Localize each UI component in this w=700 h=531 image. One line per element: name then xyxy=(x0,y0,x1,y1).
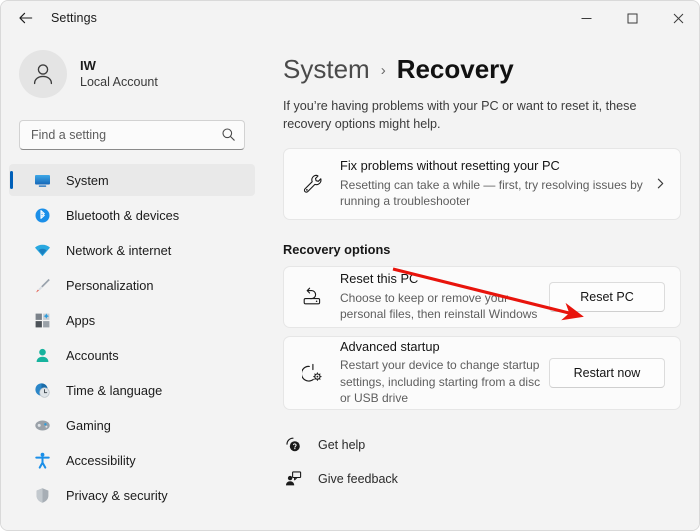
sidebar-item-system[interactable]: System xyxy=(9,164,255,196)
footer-link-label: Give feedback xyxy=(318,471,398,486)
back-button[interactable] xyxy=(9,3,43,33)
fix-problems-text: Fix problems without resetting your PC R… xyxy=(340,157,646,209)
footer-link-label: Get help xyxy=(318,437,366,452)
sidebar-item-label: Personalization xyxy=(66,277,154,293)
sidebar-item-label: Apps xyxy=(66,312,96,328)
sidebar-item-gaming[interactable]: Gaming xyxy=(9,409,255,441)
sidebar-item-label: Bluetooth & devices xyxy=(66,207,180,223)
sidebar-item-apps[interactable]: Apps xyxy=(9,304,255,336)
reset-pc-button[interactable]: Reset PC xyxy=(549,281,665,312)
settings-window: Settings IW Local Account Find a setting… xyxy=(0,0,700,531)
title-bar: Settings xyxy=(1,1,699,35)
sidebar: IW Local Account Find a setting System B… xyxy=(1,35,263,530)
minimize-icon xyxy=(581,17,591,19)
breadcrumb-parent-link[interactable]: System xyxy=(283,54,370,85)
sidebar-item-label: Accounts xyxy=(66,347,119,363)
help-question-icon xyxy=(283,436,303,453)
advanced-startup-subtitle: Restart your device to change startup se… xyxy=(340,358,541,406)
sidebar-item-label: System xyxy=(66,172,109,188)
chevron-right-icon[interactable] xyxy=(646,177,674,190)
breadcrumb: System › Recovery xyxy=(283,49,699,89)
search-box[interactable] xyxy=(19,120,245,150)
avatar xyxy=(19,50,67,98)
sidebar-item-personalization[interactable]: Personalization xyxy=(9,269,255,301)
close-icon xyxy=(673,13,683,23)
account-text: IW Local Account xyxy=(80,58,158,91)
page-description: If you’re having problems with your PC o… xyxy=(283,99,637,132)
shield-icon xyxy=(33,486,51,504)
feedback-person-icon xyxy=(283,470,303,487)
wrench-icon xyxy=(300,173,326,195)
minimize-button[interactable] xyxy=(563,1,609,35)
sidebar-item-accessibility[interactable]: Accessibility xyxy=(9,444,255,476)
advanced-startup-title: Advanced startup xyxy=(340,339,440,355)
get-help-link[interactable]: Get help xyxy=(283,432,433,458)
titlebar-title: Settings xyxy=(51,11,97,25)
sidebar-item-label: Gaming xyxy=(66,417,111,433)
sidebar-nav: System Bluetooth & devices Network & int… xyxy=(1,164,263,511)
paintbrush-icon xyxy=(33,276,51,294)
fix-problems-card[interactable]: Fix problems without resetting your PC R… xyxy=(283,147,681,220)
close-button[interactable] xyxy=(655,1,699,35)
back-arrow-icon xyxy=(19,12,33,24)
window-controls xyxy=(563,1,699,35)
maximize-icon xyxy=(627,13,637,23)
main-content: System › Recovery If you’re having probl… xyxy=(263,35,699,530)
account-type: Local Account xyxy=(80,74,158,89)
power-gear-icon xyxy=(300,362,326,384)
sidebar-item-network-internet[interactable]: Network & internet xyxy=(9,234,255,266)
account-person-icon xyxy=(33,346,51,364)
reset-this-pc-card: Reset this PC Choose to keep or remove y… xyxy=(283,265,681,328)
reset-this-pc-title: Reset this PC xyxy=(340,271,419,287)
reset-this-pc-subtitle: Choose to keep or remove your personal f… xyxy=(340,290,538,322)
breadcrumb-separator-icon: › xyxy=(380,62,386,79)
gamepad-icon xyxy=(33,416,51,434)
footer-links: Get help Give feedback xyxy=(283,432,699,492)
accessibility-icon xyxy=(33,451,51,469)
apps-grid-icon xyxy=(33,311,51,329)
reset-this-pc-text: Reset this PC Choose to keep or remove y… xyxy=(340,270,549,322)
fix-problems-title: Fix problems without resetting your PC xyxy=(340,158,560,174)
wifi-icon xyxy=(33,241,51,259)
maximize-button[interactable] xyxy=(609,1,655,35)
fix-problems-subtitle: Resetting can take a while — first, try … xyxy=(340,177,643,209)
sidebar-item-accounts[interactable]: Accounts xyxy=(9,339,255,371)
sidebar-item-label: Network & internet xyxy=(66,242,172,258)
clock-globe-icon xyxy=(33,381,51,399)
person-avatar-icon xyxy=(33,64,53,85)
account-name: IW xyxy=(80,57,96,73)
sidebar-item-label: Time & language xyxy=(66,382,163,398)
reset-pc-icon xyxy=(300,286,326,308)
sidebar-item-privacy-security[interactable]: Privacy & security xyxy=(9,479,255,511)
account-block[interactable]: IW Local Account xyxy=(19,45,263,103)
sidebar-item-time-language[interactable]: Time & language xyxy=(9,374,255,406)
advanced-startup-text: Advanced startup Restart your device to … xyxy=(340,338,549,407)
sidebar-item-label: Privacy & security xyxy=(66,487,168,503)
search-input[interactable] xyxy=(19,120,245,150)
sidebar-item-bluetooth-devices[interactable]: Bluetooth & devices xyxy=(9,199,255,231)
page-title: Recovery xyxy=(396,53,514,84)
restart-now-button[interactable]: Restart now xyxy=(549,357,665,388)
recovery-options-section-title: Recovery options xyxy=(283,241,391,257)
system-monitor-icon xyxy=(33,171,51,189)
advanced-startup-card: Advanced startup Restart your device to … xyxy=(283,335,681,410)
bluetooth-icon xyxy=(33,206,51,224)
give-feedback-link[interactable]: Give feedback xyxy=(283,466,433,492)
sidebar-item-label: Accessibility xyxy=(66,452,136,468)
